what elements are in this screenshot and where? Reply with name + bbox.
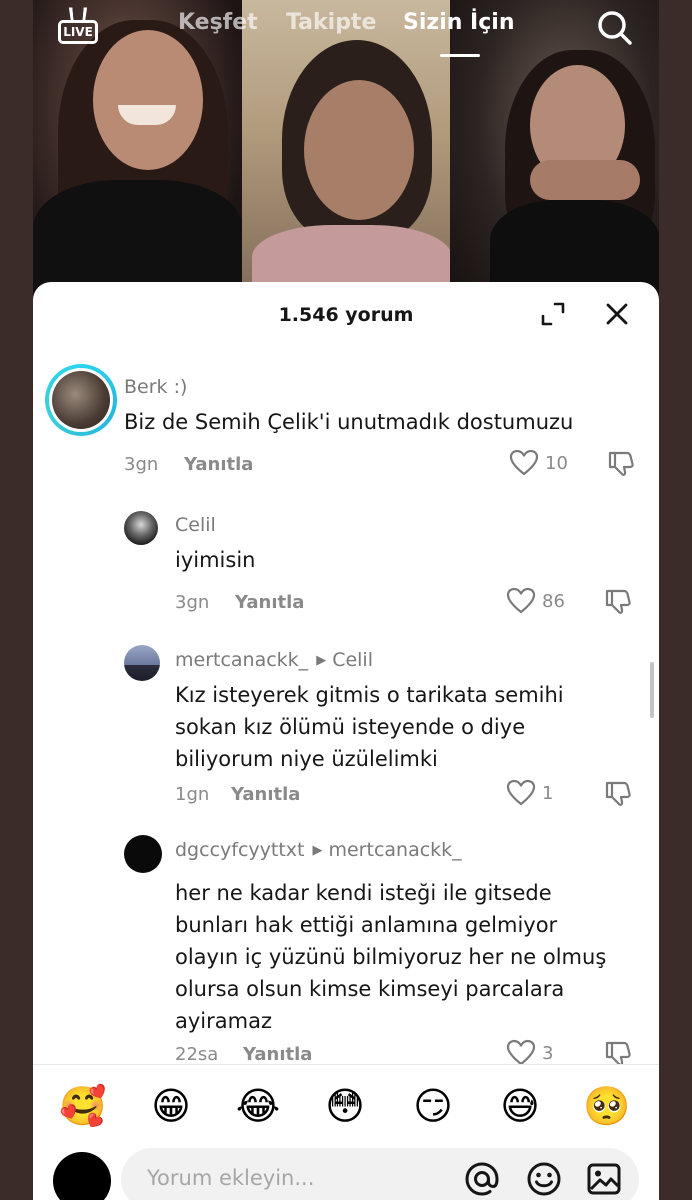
comment-text: Biz de Semih Çelik'i unutmadık dostumuzu: [124, 410, 574, 434]
heart-icon: [509, 449, 539, 476]
emoji-button[interactable]: 😂: [234, 1082, 282, 1130]
tab-following[interactable]: Takipte: [286, 10, 376, 35]
comment-text: iyimisin: [175, 548, 256, 572]
top-navigation: LIVE Keşfet Takipte Sizin İçin: [33, 0, 659, 60]
close-button[interactable]: [601, 298, 633, 330]
comments-sheet: 1.546 yorum Berk :) Biz de Semih Çelik'i…: [33, 282, 659, 1200]
reply-button[interactable]: Yanıtla: [184, 454, 253, 475]
scrollbar[interactable]: [650, 662, 654, 718]
divider: [33, 1064, 659, 1065]
like-button[interactable]: 10: [509, 448, 568, 478]
comment-username[interactable]: Berk :): [124, 376, 187, 398]
emoji-button[interactable]: 😳: [321, 1082, 369, 1130]
active-tab-indicator: [440, 54, 480, 57]
tab-explore[interactable]: Keşfet: [178, 10, 258, 35]
expand-button[interactable]: [539, 300, 567, 328]
reply-button[interactable]: Yanıtla: [235, 592, 304, 613]
live-button[interactable]: LIVE: [58, 7, 98, 44]
reply-button[interactable]: Yanıtla: [231, 784, 300, 805]
reply-button[interactable]: Yanıtla: [243, 1044, 312, 1064]
comment-time: 22sa: [175, 1044, 219, 1064]
dislike-button[interactable]: [603, 586, 633, 616]
comment-time: 1gn: [175, 784, 210, 805]
thumbs-down-icon: [605, 589, 631, 614]
comment-username[interactable]: mertcanackk_ ▶ Celil: [175, 649, 373, 671]
emoji-button[interactable]: 🥺: [583, 1082, 631, 1130]
comment-text: her ne kadar kendi isteği ile gitsede bu…: [175, 881, 607, 1033]
at-sign-icon[interactable]: [463, 1160, 501, 1198]
like-button[interactable]: 1: [506, 778, 553, 808]
like-button[interactable]: 3: [506, 1038, 553, 1064]
thumbs-down-icon: [605, 781, 631, 806]
emoji-quick-bar: 🥰 😁 😂 😳 😏 😅 🥺: [33, 1082, 659, 1132]
smiley-icon[interactable]: [525, 1160, 563, 1198]
avatar[interactable]: [124, 835, 162, 873]
emoji-button[interactable]: 😏: [409, 1082, 457, 1130]
comment-username-text: dgccyfcyyttxt: [175, 839, 305, 861]
tv-antenna-icon: [68, 7, 88, 21]
heart-icon: [506, 1039, 536, 1064]
reply-arrow-icon: ▶: [316, 653, 327, 668]
emoji-button[interactable]: 😁: [147, 1082, 195, 1130]
comment-text: Kız isteyerek gitmis o tarikata semihi s…: [175, 683, 564, 771]
comment-username[interactable]: Celil: [175, 514, 216, 536]
comment-item: mertcanackk_ ▶ Celil Kız isteyerek gitmis …: [33, 619, 659, 809]
search-button[interactable]: [595, 8, 635, 48]
comment-time: 3gn: [124, 454, 159, 475]
comment-item: dgccyfcyyttxt ▶ mertcanackk_ her ne kadar …: [33, 809, 659, 1064]
comment-username-text: mertcanackk_: [175, 649, 309, 671]
emoji-button[interactable]: 🥰: [59, 1082, 107, 1130]
expand-icon: [541, 302, 565, 326]
avatar[interactable]: [124, 645, 160, 681]
avatar[interactable]: [124, 511, 158, 545]
comment-list[interactable]: Berk :) Biz de Semih Çelik'i unutmadık d…: [33, 344, 659, 1064]
like-button[interactable]: 86: [506, 586, 565, 616]
live-label: LIVE: [58, 20, 98, 44]
thumbs-down-icon: [608, 451, 634, 476]
comments-header: 1.546 yorum: [33, 282, 659, 344]
dislike-button[interactable]: [603, 1038, 633, 1064]
like-count: 86: [542, 590, 565, 612]
phone-screen: LIVE Keşfet Takipte Sizin İçin 1.546 yor…: [33, 0, 659, 1200]
current-user-avatar[interactable]: [53, 1152, 111, 1200]
like-count: 1: [542, 782, 554, 804]
search-icon: [598, 11, 632, 45]
like-count: 10: [545, 452, 568, 474]
comment-item: Berk :) Biz de Semih Çelik'i unutmadık d…: [33, 344, 659, 484]
reply-to-username[interactable]: mertcanackk_: [328, 839, 461, 861]
avatar[interactable]: [45, 364, 117, 436]
comment-input-container[interactable]: [121, 1148, 639, 1200]
dislike-button[interactable]: [603, 778, 633, 808]
thumbs-down-icon: [605, 1041, 631, 1064]
comment-time: 3gn: [175, 592, 210, 613]
comment-username[interactable]: dgccyfcyyttxt ▶ mertcanackk_: [175, 839, 462, 861]
heart-icon: [506, 587, 536, 614]
comment-item: Celil iyimisin 3gn Yanıtla 86: [33, 484, 659, 619]
heart-icon: [506, 779, 536, 806]
image-icon[interactable]: [585, 1160, 623, 1198]
reply-arrow-icon: ▶: [312, 843, 323, 858]
comment-composer: [33, 1148, 659, 1200]
like-count: 3: [542, 1042, 554, 1064]
reply-to-username[interactable]: Celil: [332, 649, 373, 671]
emoji-button[interactable]: 😅: [496, 1082, 544, 1130]
comment-input[interactable]: [147, 1158, 447, 1198]
close-icon: [606, 303, 628, 325]
tab-for-you[interactable]: Sizin İçin: [403, 10, 514, 35]
dislike-button[interactable]: [606, 448, 636, 478]
